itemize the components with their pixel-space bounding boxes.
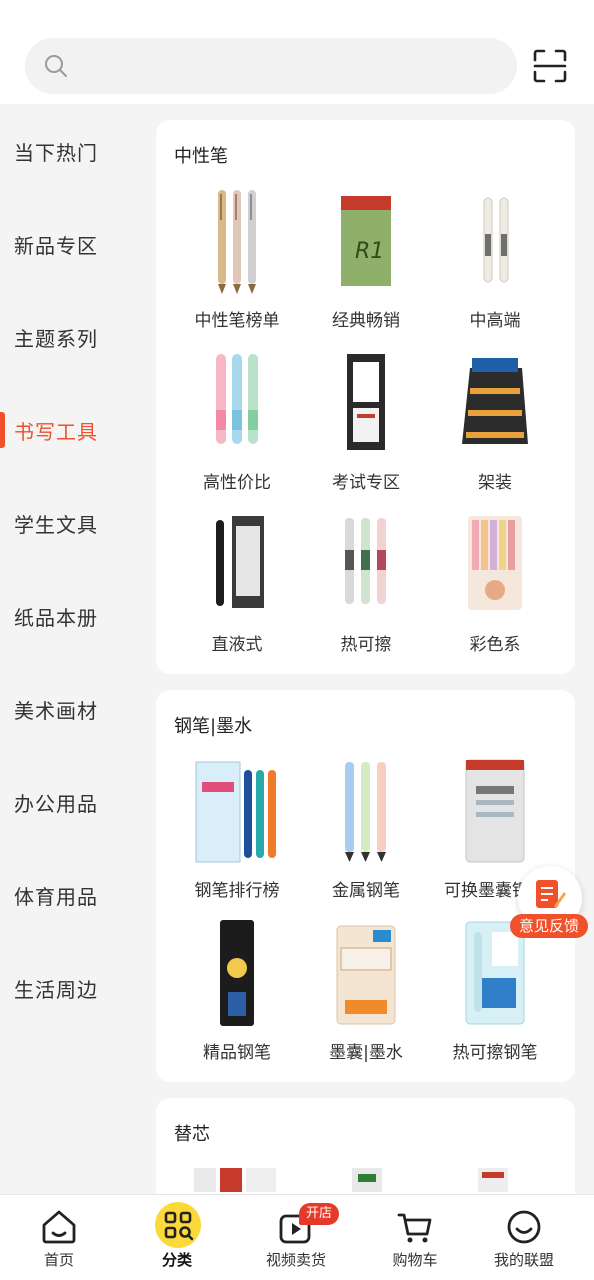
- exam-pen-box-icon: [347, 354, 385, 450]
- sidebar-item-label: 体育用品: [14, 884, 98, 909]
- category-tile[interactable]: 墨囊|墨水: [301, 918, 431, 1078]
- nav-label: 首页: [43, 1251, 74, 1269]
- scan-icon[interactable]: [530, 46, 570, 86]
- sidebar-item-label: 主题系列: [14, 326, 98, 351]
- cartridge-pen-icon: [465, 759, 525, 863]
- category-sidebar: 当下热门 新品专区 主题系列 书写工具 学生文具 纸品本册 美术画材 办公用品 …: [0, 104, 140, 1194]
- tile-label: 中高端: [469, 311, 521, 331]
- nav-category[interactable]: 分类: [118, 1195, 236, 1280]
- home-icon: [42, 1210, 76, 1244]
- nav-home[interactable]: 首页: [0, 1195, 118, 1280]
- sidebar-item-label: 书写工具: [14, 419, 98, 444]
- tile-label: 经典畅销: [332, 311, 400, 331]
- nav-video-sell[interactable]: 开店 视频卖货: [237, 1195, 355, 1280]
- metal-pens-icon: [345, 762, 386, 862]
- sidebar-item-label: 办公用品: [14, 791, 98, 816]
- category-tile[interactable]: 高性价比: [172, 348, 302, 508]
- category-tile[interactable]: 架装: [430, 348, 560, 508]
- open-store-badge: 开店: [299, 1203, 339, 1225]
- nav-label: 分类: [161, 1251, 192, 1269]
- nav-my-alliance[interactable]: 我的联盟: [465, 1195, 583, 1280]
- tile-label: 彩色系: [469, 635, 521, 655]
- tile-label: 精品钢笔: [203, 1043, 271, 1063]
- color-pens-icon: [468, 516, 522, 610]
- liquid-pen-icon: [216, 516, 264, 608]
- nav-label: 视频卖货: [265, 1251, 326, 1269]
- section-title: 钢笔|墨水: [174, 716, 253, 737]
- section-title: 替芯: [174, 1124, 210, 1145]
- sidebar-item-sports[interactable]: 体育用品: [0, 865, 140, 925]
- refill-product-icon: [478, 1168, 508, 1192]
- premium-pen-icon: [220, 920, 254, 1026]
- tile-label: 热可擦钢笔: [452, 1043, 538, 1063]
- tile-label: 金属钢笔: [332, 881, 400, 901]
- tile-label: 架装: [478, 473, 512, 493]
- sidebar-item-label: 美术画材: [14, 698, 98, 723]
- sidebar-item-label: 生活周边: [14, 977, 98, 1002]
- section-title: 中性笔: [174, 146, 228, 167]
- category-tile[interactable]: 中性笔榜单: [172, 186, 302, 346]
- category-tile[interactable]: R1 经典畅销: [301, 186, 431, 346]
- nav-label: 购物车: [392, 1251, 438, 1269]
- smile-icon: [507, 1210, 541, 1244]
- sidebar-item-office[interactable]: 办公用品: [0, 772, 140, 832]
- category-icon: [155, 1202, 201, 1248]
- sidebar-item-label: 学生文具: [14, 512, 98, 537]
- sidebar-item-life[interactable]: 生活周边: [0, 958, 140, 1018]
- sidebar-item-hot[interactable]: 当下热门: [0, 121, 140, 181]
- sidebar-item-label: 新品专区: [14, 233, 98, 258]
- nav-label: 我的联盟: [493, 1251, 554, 1269]
- feedback-button[interactable]: 意见反馈: [508, 866, 588, 946]
- top-bar: [0, 0, 594, 104]
- sidebar-item-label: 当下热门: [14, 140, 98, 165]
- sidebar-item-theme[interactable]: 主题系列: [0, 307, 140, 367]
- feedback-icon: [536, 880, 566, 908]
- category-tile[interactable]: 直液式: [172, 510, 302, 670]
- gold-pens-icon: [218, 190, 256, 294]
- category-tile[interactable]: 钢笔排行榜: [172, 756, 302, 916]
- search-icon: [45, 55, 67, 77]
- category-page: 当下热门 新品专区 主题系列 书写工具 学生文具 纸品本册 美术画材 办公用品 …: [0, 0, 594, 1280]
- tile-label: 钢笔排行榜: [194, 881, 280, 901]
- sidebar-item-paper[interactable]: 纸品本册: [0, 586, 140, 646]
- search-input[interactable]: [25, 38, 517, 94]
- tile-label: 热可擦: [340, 635, 392, 655]
- fountain-pen-set-icon: [195, 761, 276, 863]
- tile-label: 考试专区: [332, 473, 400, 493]
- bottom-nav: 首页 分类 开店 视频卖货 购物车 我的联盟: [0, 1194, 594, 1280]
- cart-icon: [397, 1213, 432, 1243]
- sidebar-item-art[interactable]: 美术画材: [0, 679, 140, 739]
- section-gel-pens: 中性笔 中性笔榜单 R1 经典畅销 中高端 高性价比 考试专区 架装 直液式 热…: [156, 120, 575, 674]
- category-tile[interactable]: 彩色系: [430, 510, 560, 670]
- category-tile[interactable]: 金属钢笔: [301, 756, 431, 916]
- pastel-pens-icon: [216, 354, 258, 444]
- sidebar-item-new[interactable]: 新品专区: [0, 214, 140, 274]
- ink-cartridge-icon: [336, 925, 396, 1025]
- refill-product-icon: [194, 1168, 276, 1192]
- sidebar-item-writing-tools[interactable]: 书写工具: [0, 400, 140, 460]
- feedback-label: 意见反馈: [510, 914, 588, 938]
- category-tile[interactable]: 中高端: [430, 186, 560, 346]
- erasable-pens-icon: [345, 518, 386, 604]
- tile-label: 直液式: [211, 635, 263, 655]
- white-pens-icon: [483, 197, 509, 283]
- tile-label: 中性笔榜单: [194, 311, 280, 331]
- svg-text:R1: R1: [355, 239, 384, 264]
- category-tile[interactable]: 考试专区: [301, 348, 431, 508]
- category-tile[interactable]: 热可擦: [301, 510, 431, 670]
- pen-rack-icon: [462, 358, 528, 444]
- tile-label: 墨囊|墨水: [329, 1043, 403, 1063]
- nav-cart[interactable]: 购物车: [356, 1195, 474, 1280]
- tile-label: 高性价比: [203, 473, 271, 493]
- sidebar-item-label: 纸品本册: [14, 605, 98, 630]
- category-tile[interactable]: 精品钢笔: [172, 918, 302, 1078]
- refill-pack-icon: R1: [341, 196, 391, 286]
- refill-product-icon: [352, 1168, 382, 1192]
- sidebar-item-student[interactable]: 学生文具: [0, 493, 140, 553]
